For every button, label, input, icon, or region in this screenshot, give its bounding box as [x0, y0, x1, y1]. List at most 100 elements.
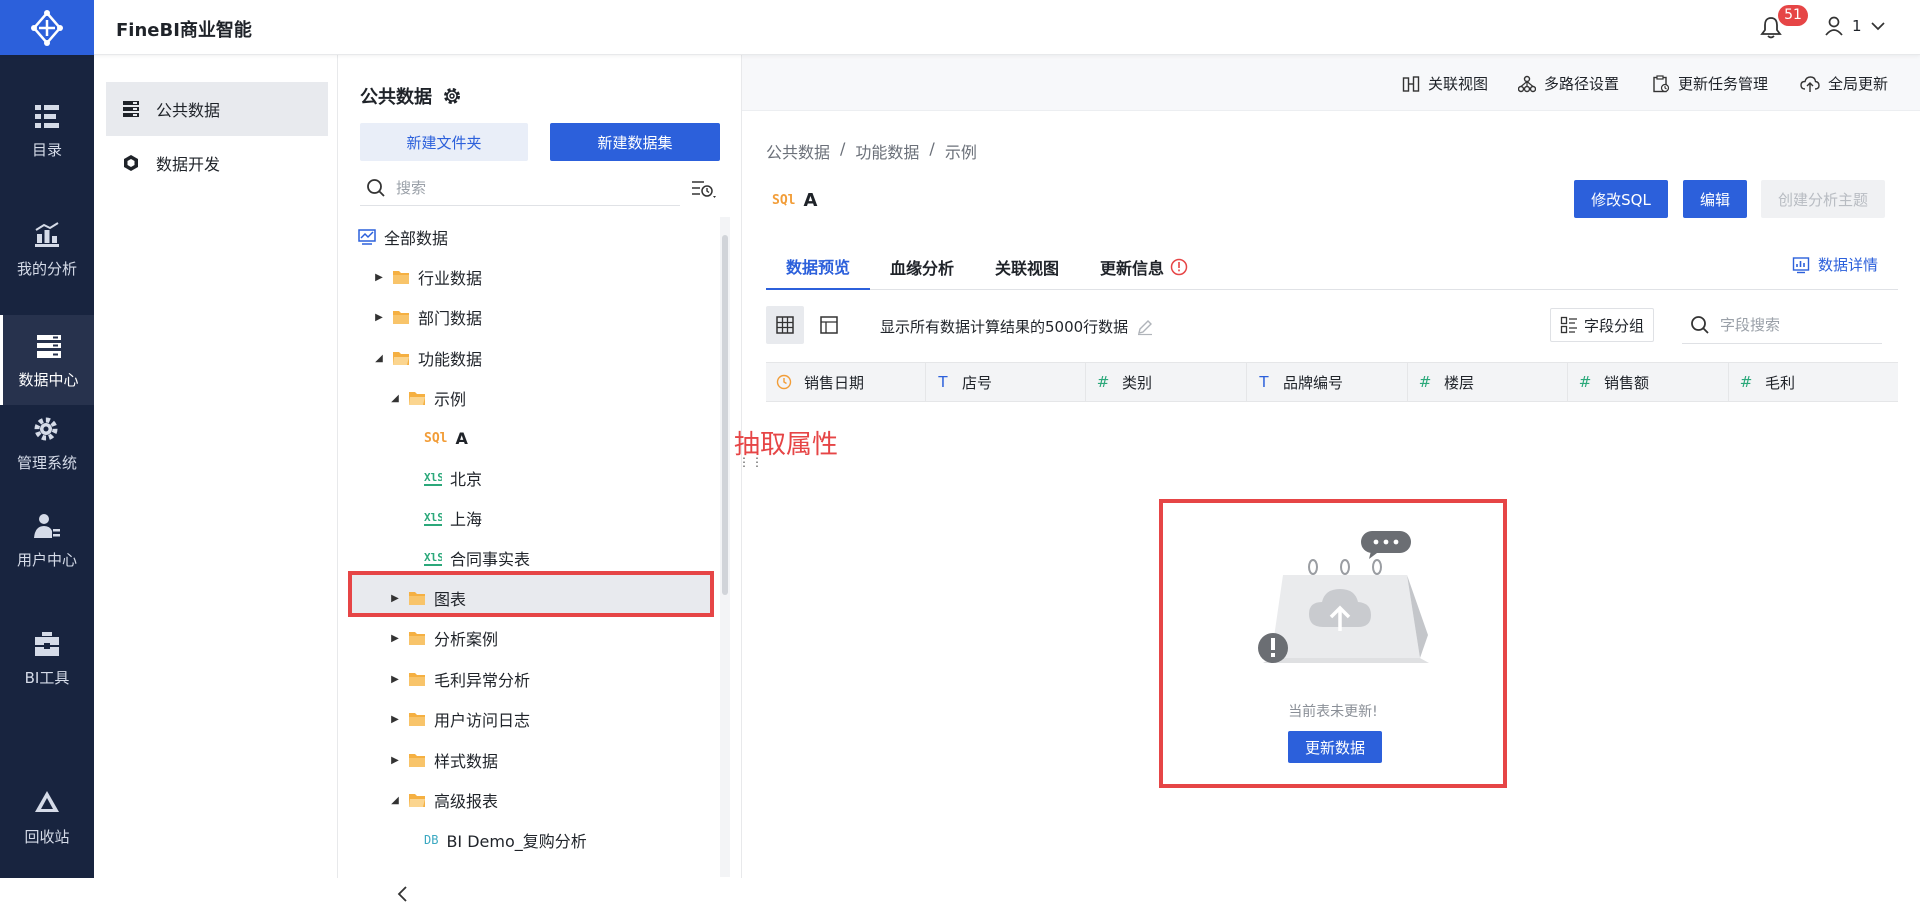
- tree-title-text: 公共数据: [360, 87, 432, 108]
- field-search-input[interactable]: [1720, 315, 1870, 334]
- column-header[interactable]: T 店号: [926, 363, 1086, 401]
- column-header[interactable]: # 毛利: [1729, 363, 1898, 401]
- main-nav-rail: 目录 我的分析 数据中心 管理系统 用户中心 BI工具 回收站: [0, 55, 94, 878]
- number-type-icon: #: [1578, 373, 1592, 391]
- column-header-label: 店号: [962, 373, 993, 392]
- tree-node-folder[interactable]: ◢ 高级报表: [390, 780, 498, 820]
- collapse-sidebar-button[interactable]: [396, 885, 408, 908]
- column-header[interactable]: T 品牌编号: [1247, 363, 1408, 401]
- tree-node-db-table[interactable]: DB BI Demo_复购分析: [424, 820, 587, 860]
- caret-right-icon[interactable]: ▶: [390, 593, 400, 604]
- caret-right-icon[interactable]: ▶: [390, 755, 400, 766]
- rail-label: 管理系统: [16, 453, 77, 472]
- toolbar-multi-path[interactable]: 多路径设置: [1518, 73, 1619, 94]
- tree-node-folder[interactable]: ▶ 毛利异常分析: [390, 659, 530, 699]
- tree-search-input[interactable]: [396, 178, 666, 197]
- warning-info-icon: [1170, 258, 1188, 276]
- breadcrumb: 公共数据 / 功能数据 / 示例: [766, 139, 977, 163]
- rail-item-bi-tools[interactable]: BI工具: [0, 613, 94, 703]
- rail-item-data-center[interactable]: 数据中心: [0, 315, 94, 405]
- app-logo[interactable]: [0, 0, 94, 55]
- field-group-button[interactable]: 字段分组: [1550, 308, 1654, 342]
- tree-node-folder[interactable]: ▶ 样式数据: [390, 740, 498, 780]
- rail-item-catalog[interactable]: 目录: [0, 85, 94, 175]
- new-dataset-button[interactable]: 新建数据集: [550, 123, 720, 161]
- caret-right-icon[interactable]: ▶: [390, 714, 400, 725]
- all-data-icon: [358, 229, 376, 245]
- sub-nav-public-data[interactable]: 公共数据: [106, 82, 328, 136]
- filter-history-icon[interactable]: [690, 177, 718, 201]
- analysis-icon: [35, 221, 59, 247]
- caret-right-icon[interactable]: ▶: [390, 674, 400, 685]
- column-header[interactable]: # 销售额: [1568, 363, 1729, 401]
- tree-node-folder[interactable]: ▶ 图表: [390, 578, 466, 618]
- caret-down-icon[interactable]: ◢: [390, 795, 400, 806]
- pencil-icon[interactable]: [1136, 318, 1154, 336]
- update-data-button[interactable]: 更新数据: [1288, 731, 1382, 763]
- number-type-icon: #: [1418, 373, 1432, 391]
- sub-nav-data-dev[interactable]: 数据开发: [106, 136, 328, 190]
- gear-icon: [34, 417, 58, 440]
- tree-node-table[interactable]: XlS 北京: [424, 458, 482, 498]
- rail-label: 目录: [31, 140, 62, 159]
- column-header[interactable]: 销售日期: [766, 363, 926, 401]
- create-topic-button[interactable]: 创建分析主题: [1761, 180, 1885, 218]
- rail-item-user-center[interactable]: 用户中心: [0, 495, 94, 585]
- breadcrumb-item[interactable]: 功能数据: [855, 139, 919, 163]
- resize-handle[interactable]: ⋮⋮: [738, 455, 764, 469]
- rail-item-my-analysis[interactable]: 我的分析: [0, 204, 94, 294]
- data-center-icon: [36, 334, 61, 358]
- tree-node-table[interactable]: XlS 合同事实表: [424, 538, 530, 578]
- rail-item-recycle-bin[interactable]: 回收站: [0, 782, 94, 852]
- tree-node-label: 合同事实表: [450, 550, 531, 569]
- tab-relation-view[interactable]: 关联视图: [995, 244, 1059, 290]
- tree-node-label: A: [455, 428, 468, 448]
- folder-icon: [409, 713, 425, 726]
- caret-right-icon[interactable]: ▶: [390, 633, 400, 644]
- tab-bar: 数据预览 血缘分析 关联视图 更新信息 数据详情: [766, 244, 1898, 290]
- new-folder-button[interactable]: 新建文件夹: [360, 123, 528, 161]
- caret-down-icon[interactable]: ◢: [374, 353, 384, 364]
- layout-view-button[interactable]: [810, 306, 848, 344]
- calendar-upload-illustration: [1258, 531, 1429, 663]
- data-detail-link[interactable]: 数据详情: [1792, 254, 1878, 275]
- tree-node-table[interactable]: XlS 上海: [424, 498, 482, 538]
- caret-down-icon[interactable]: ◢: [390, 393, 400, 404]
- app-title: FineBI商业智能: [116, 20, 252, 41]
- relation-view-icon: [1402, 75, 1420, 92]
- tree-node-folder[interactable]: ◢ 示例: [390, 378, 466, 418]
- rail-item-management[interactable]: 管理系统: [0, 398, 94, 488]
- edit-button[interactable]: 编辑: [1683, 180, 1747, 218]
- tree-node-folder[interactable]: ▶ 分析案例: [390, 618, 498, 658]
- rail-label: 回收站: [24, 827, 70, 846]
- tab-lineage[interactable]: 血缘分析: [890, 244, 954, 290]
- tree-node-folder[interactable]: ▶ 行业数据: [374, 257, 482, 297]
- toolbar-global-update[interactable]: 全局更新: [1800, 73, 1888, 94]
- tab-data-preview[interactable]: 数据预览: [766, 244, 871, 290]
- tree-scrollbar-thumb[interactable]: [722, 235, 728, 595]
- settings-icon[interactable]: [442, 86, 462, 106]
- column-header-label: 销售日期: [804, 373, 865, 392]
- rail-label: BI工具: [24, 668, 70, 687]
- data-tree-panel: 公共数据 新建文件夹 新建数据集 全部数据 ▶ 行业数据 ▶ 部门数据 ◢ 功能…: [338, 55, 742, 878]
- tree-node-folder[interactable]: ▶ 用户访问日志: [390, 699, 530, 739]
- tab-update-info[interactable]: 更新信息: [1100, 244, 1188, 290]
- tree-node-folder[interactable]: ◢ 功能数据: [374, 338, 482, 378]
- caret-right-icon[interactable]: ▶: [374, 272, 384, 283]
- breadcrumb-item[interactable]: 示例: [945, 139, 977, 163]
- toolbar-update-tasks[interactable]: 更新任务管理: [1652, 73, 1768, 94]
- tree-node-folder[interactable]: ▶ 部门数据: [374, 297, 482, 337]
- tree-node-table-a[interactable]: SQl A: [424, 418, 468, 458]
- grid-view-button[interactable]: [766, 306, 804, 344]
- toolbar-relation-view[interactable]: 关联视图: [1402, 73, 1488, 94]
- edit-sql-button[interactable]: 修改SQL: [1574, 180, 1668, 218]
- sub-nav: 公共数据 数据开发: [94, 55, 407, 902]
- tree-node-label: 行业数据: [418, 269, 483, 288]
- breadcrumb-item[interactable]: 公共数据: [766, 139, 830, 163]
- user-menu[interactable]: 1: [1824, 16, 1886, 36]
- tree-node-label: 毛利异常分析: [434, 671, 531, 690]
- column-header[interactable]: # 类别: [1086, 363, 1247, 401]
- tree-node-root[interactable]: 全部数据: [358, 217, 448, 257]
- column-header[interactable]: # 楼层: [1408, 363, 1568, 401]
- caret-right-icon[interactable]: ▶: [374, 312, 384, 323]
